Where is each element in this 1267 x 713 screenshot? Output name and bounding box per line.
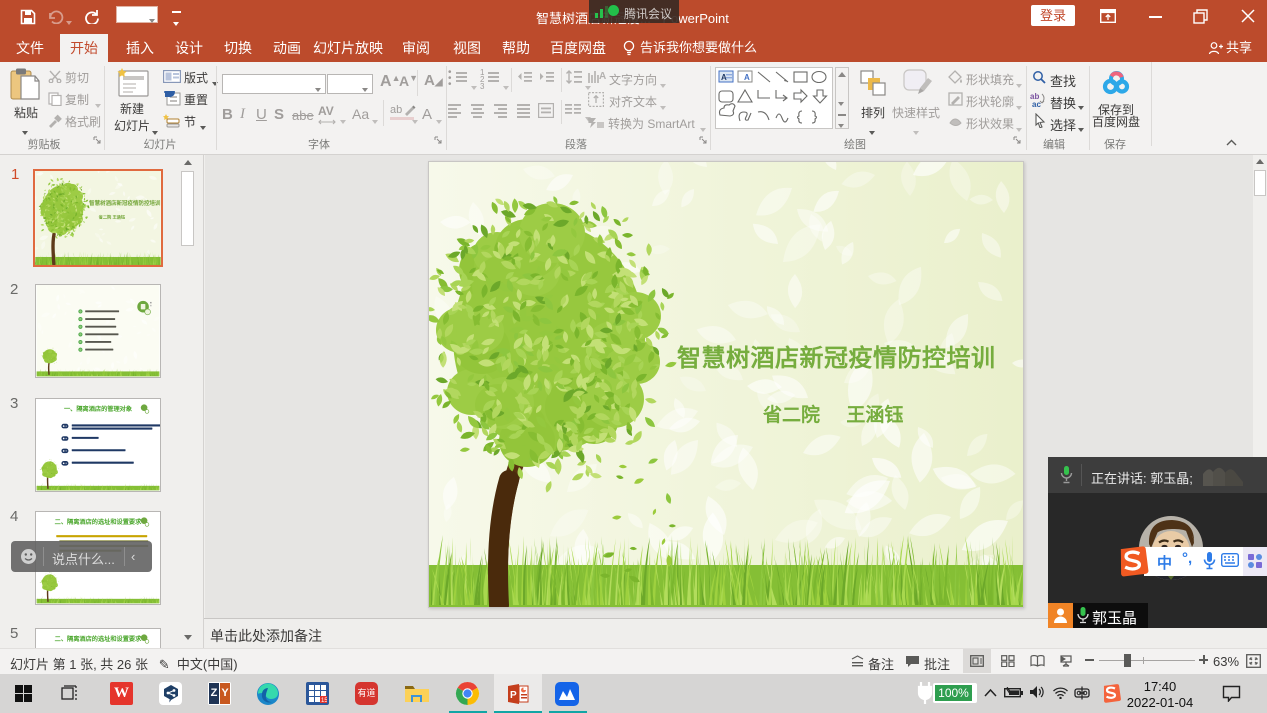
svg-text:15: 15 [321, 698, 327, 703]
svg-text:A: A [599, 71, 606, 82]
svg-text:二、隔离酒店的选址和设置要求: 二、隔离酒店的选址和设置要求 [55, 635, 142, 643]
svg-text:P: P [510, 690, 517, 701]
svg-text:一、隔离酒店的管理对象: 一、隔离酒店的管理对象 [64, 405, 133, 413]
svg-text:省二院 王涵钰: 省二院 王涵钰 [98, 214, 126, 221]
svg-text:A: A [744, 73, 750, 82]
svg-text:二、隔离酒店的选址和设置要求: 二、隔离酒店的选址和设置要求 [55, 518, 142, 526]
